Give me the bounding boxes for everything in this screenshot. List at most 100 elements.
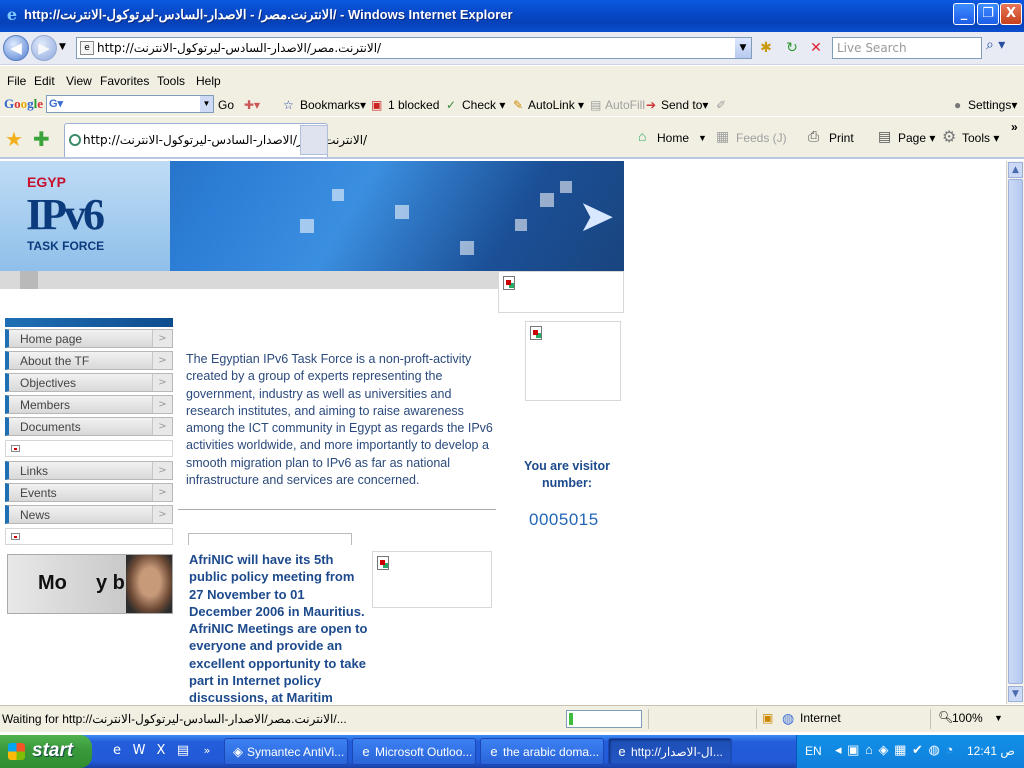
nav-item-events[interactable]: Events > [5,483,173,502]
search-button[interactable]: ⌕ ▾ [986,37,1020,59]
nav-item-label: Links [20,464,49,478]
nav-item-objectives[interactable]: Objectives > [5,373,173,392]
progress-fill [569,713,573,725]
quicklaunch-ie-icon[interactable]: e [108,742,126,760]
autofill-button[interactable]: AutoFill [605,98,645,112]
menu-file[interactable]: File [7,74,26,88]
menu-tools[interactable]: Tools [157,74,185,88]
loading-progress [566,710,642,728]
page-menu-button[interactable]: Page ▾ [898,131,935,145]
print-button[interactable]: Print [829,131,854,145]
tab-current[interactable]: http://الانترنت.مصر/الاصدار-السادس-ليرتو… [64,123,367,157]
address-input[interactable]: e http://الانترنت.مصر/الاصدار-السادس-لير… [76,37,752,59]
highlight-icon[interactable]: ✐ [716,98,726,112]
zoom-level[interactable]: 100% [952,711,983,725]
nav-item-members[interactable]: Members > [5,395,173,414]
bookmarks-button[interactable]: Bookmarks▾ [300,98,366,112]
nav-item-news[interactable]: News > [5,505,173,524]
logo-taskforce-text: TASK FORCE [27,239,105,253]
google-go-button[interactable]: Go [218,98,234,112]
quicklaunch-overflow-icon[interactable]: » [198,742,216,760]
popup-blocker-icon: ▣ [371,98,383,112]
nav-item-home-page[interactable]: Home page > [5,329,173,348]
google-dropdown-icon[interactable]: ▼ [200,96,213,112]
zoom-dropdown-icon[interactable]: ▼ [994,713,1003,723]
favorites-center-icon[interactable]: ★ [5,127,23,151]
banner-square [460,241,474,255]
start-button[interactable]: start [0,735,92,768]
menu-bar: File Edit View Favorites Tools Help [0,66,1024,94]
google-extras-icon[interactable]: ✚▾ [244,98,260,112]
nav-item-about[interactable]: About the TF > [5,351,173,370]
banner-square [300,219,314,233]
feeds-button[interactable]: Feeds (J) [736,131,787,145]
scroll-down-icon[interactable]: ▼ [1008,686,1023,702]
promo-text-left: Mo [38,572,67,594]
nav-item-label: Members [20,398,71,412]
security-zone[interactable]: Internet [800,711,841,725]
back-button[interactable]: ◀ [3,35,29,61]
address-row: ◀ ▶ ▼ e http://الانترنت.مصر/الاصدار-السا… [0,32,1024,65]
settings-button[interactable]: Settings▾ [968,98,1017,112]
forward-button[interactable]: ▶ [31,35,57,61]
address-url: http://الانترنت.مصر/الاصدار-السادس-ليرتو… [97,41,382,55]
minimize-button[interactable]: _ [953,3,975,25]
nav-item-label: Documents [20,420,81,434]
spellcheck-icon: ✓ [446,98,457,112]
promo-portrait [126,555,172,613]
address-dropdown-icon[interactable]: ▼ [735,38,751,58]
tab-bar: ★ ✚ http://الانترنت.مصر/الاصدار-السادس-ل… [0,117,1024,159]
compat-icon[interactable]: ✱ [756,38,776,58]
autolink-button[interactable]: AutoLink ▾ [528,98,584,112]
nav-item-label: Events [20,486,57,500]
tools-menu-button[interactable]: Tools ▾ [962,131,999,145]
autofill-icon: ▤ [590,98,602,112]
add-favorite-icon[interactable]: ✚ [33,127,50,151]
home-button[interactable]: Home [657,131,689,145]
site-banner: EGYP IPv6 TASK FORCE ➤ [0,161,624,271]
menu-help[interactable]: Help [196,74,221,88]
task-current-page[interactable]: e http://ال-الاصدار... [608,738,732,765]
maximize-button[interactable]: ❐ [977,3,999,25]
home-dropdown-icon[interactable]: ▼ [698,133,707,143]
task-symantec[interactable]: ◈ Symantec AntiVi... [224,738,348,765]
search-input[interactable]: Live Search [832,37,982,59]
tray-icons[interactable]: ◂ ▣ ⌂ ◈ ▦ ✔ ◍ ◔ [835,742,954,758]
task-outlook[interactable]: e Microsoft Outloo... [352,738,476,765]
status-separator [930,709,931,729]
toolbar-overflow-icon[interactable]: » [1011,120,1018,134]
quicklaunch-doc-icon[interactable]: ▤ [174,742,192,760]
close-button[interactable]: X [1000,3,1022,25]
refresh-icon[interactable]: ↻ [782,38,802,58]
send-to-button[interactable]: Send to▾ [661,98,708,112]
nav-item-documents[interactable]: Documents > [5,417,173,436]
menu-view[interactable]: View [66,74,92,88]
status-separator [756,709,757,729]
page-viewport: EGYP IPv6 TASK FORCE ➤ Home page > About … [0,161,1006,704]
menu-favorites[interactable]: Favorites [100,74,149,88]
quicklaunch-excel-icon[interactable]: X [152,742,170,760]
windows-flag-icon [8,743,25,760]
ie-icon: e [490,744,498,759]
scroll-thumb[interactable] [1008,179,1023,684]
new-tab-button[interactable] [300,125,328,155]
task-arabic-domain[interactable]: e the arabic doma... [480,738,604,765]
vertical-scrollbar[interactable]: ▲ ▼ [1006,161,1024,704]
google-search-input[interactable]: G▾ ▼ [46,95,214,113]
send-to-icon: ➔ [646,98,657,112]
scroll-up-icon[interactable]: ▲ [1008,162,1023,178]
language-indicator[interactable]: EN [805,744,822,758]
clock[interactable]: 12:41 ص [967,744,1015,758]
history-dropdown-icon[interactable]: ▼ [59,42,66,52]
nav-item-links[interactable]: Links > [5,461,173,480]
google-toolbar: Google G▾ ▼ Go ✚▾ ☆ Bookmarks▾ ▣ 1 block… [0,94,1024,116]
popup-blocked-button[interactable]: 1 blocked [388,98,439,112]
chevron-right-icon: > [152,484,172,501]
quicklaunch-word-icon[interactable]: W [130,742,148,760]
nav-broken-image [5,440,173,457]
menu-edit[interactable]: Edit [34,74,55,88]
stop-icon[interactable]: ✕ [806,38,826,58]
chevron-right-icon: > [152,374,172,391]
promo-banner[interactable]: Mo y b [7,554,173,614]
check-button[interactable]: Check ▾ [462,98,505,112]
